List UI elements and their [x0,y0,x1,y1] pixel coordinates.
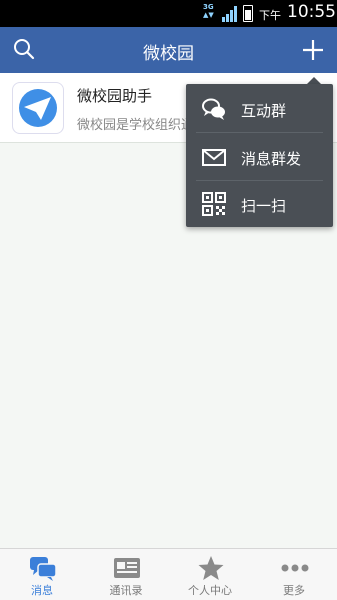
messages-icon [30,557,57,581]
tab-more[interactable]: 更多 [252,549,336,600]
menu-item-scan[interactable]: 扫一扫 [186,181,333,227]
plus-icon[interactable] [300,37,326,63]
popup-menu: 互动群 消息群发 扫一扫 [186,84,333,227]
tab-label: 通讯录 [109,584,143,597]
menu-divider [196,132,323,133]
envelope-icon [202,149,226,166]
menu-item-label: 消息群发 [241,150,302,168]
paper-plane-icon [19,89,57,127]
tab-messages[interactable]: 消息 [0,549,84,600]
tab-label: 个人中心 [188,584,232,597]
qr-code-icon [202,192,226,216]
signal-icon [222,6,237,22]
status-bar: 3G ▲▼ 下午 10:55 [0,0,337,27]
menu-item-label: 扫一扫 [241,197,287,215]
network-type: 3G ▲▼ [203,3,214,19]
chat-bubbles-icon [202,98,225,120]
tab-label: 更多 [283,584,305,597]
page-title: 微校园 [143,44,194,64]
tab-profile[interactable]: 个人中心 [168,549,252,600]
status-ampm: 下午 [259,9,281,22]
battery-icon [243,5,253,22]
status-time: 10:55 [287,2,336,22]
tab-label: 消息 [31,584,53,597]
menu-item-group-chat[interactable]: 互动群 [186,86,333,132]
bottom-tab-bar: 消息 通讯录 个人中心 更多 [0,548,337,600]
title-bar: 微校园 [0,27,337,73]
more-dots-icon [281,564,309,572]
menu-item-broadcast[interactable]: 消息群发 [186,134,333,180]
avatar [12,82,64,134]
tab-contacts[interactable]: 通讯录 [84,549,168,600]
contacts-icon [114,558,140,578]
star-icon [198,556,224,580]
conversation-title: 微校园助手 [77,87,153,105]
menu-item-label: 互动群 [241,102,287,120]
